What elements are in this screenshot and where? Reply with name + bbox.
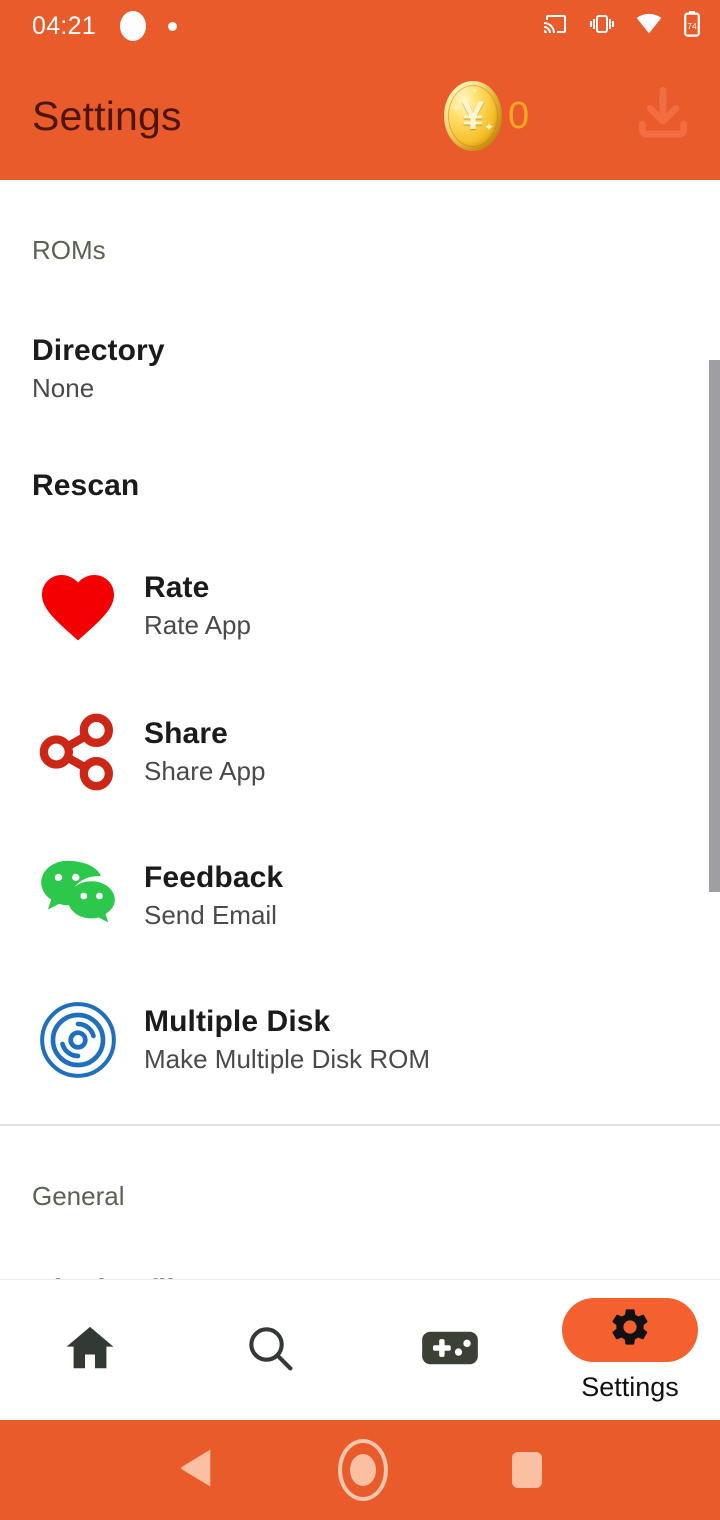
bottom-navigation-bar: Settings — [0, 1280, 720, 1420]
notification-pill-icon — [120, 11, 147, 41]
pref-directory[interactable]: Directory None — [0, 334, 720, 404]
gear-icon — [608, 1305, 652, 1354]
status-bar-notifications — [120, 11, 178, 41]
settings-scroll-area[interactable]: ROMs Directory None Rescan Rate Rate App — [0, 180, 720, 1280]
pref-directory-title: Directory — [32, 334, 165, 367]
pref-rescan-title: Rescan — [32, 469, 140, 502]
coin-icon: ✦ ✦ ¥ ✦ — [444, 81, 502, 151]
nav-item-search[interactable] — [180, 1280, 360, 1420]
back-triangle-icon[interactable] — [178, 1447, 214, 1494]
pref-multiple-disk-subtitle: Make Multiple Disk ROM — [144, 1044, 431, 1074]
pref-rate[interactable]: Rate Rate App — [0, 566, 720, 646]
share-nodes-icon — [38, 712, 118, 792]
coin-star-icon: ✦ — [471, 86, 479, 96]
gamepad-icon — [421, 1326, 479, 1375]
home-icon — [63, 1321, 117, 1380]
pref-feedback-subtitle: Send Email — [144, 900, 277, 930]
app-bar: Settings ✦ ✦ ¥ ✦ 0 — [0, 52, 720, 180]
scrollbar-track[interactable] — [709, 180, 720, 1280]
coin-count: 0 — [508, 94, 530, 137]
page-title: Settings — [32, 92, 182, 139]
cast-icon — [541, 12, 569, 41]
download-icon[interactable] — [632, 83, 694, 150]
nav-item-settings[interactable]: Settings — [540, 1280, 720, 1420]
pref-feedback[interactable]: Feedback Send Email — [0, 856, 720, 936]
pref-multiple-disk-title: Multiple Disk — [144, 1005, 331, 1038]
nav-item-home[interactable] — [0, 1280, 180, 1420]
disc-icon — [38, 1000, 118, 1080]
status-bar-clock: 04:21 — [32, 11, 97, 40]
pref-share[interactable]: Share Share App — [0, 712, 720, 792]
battery-icon: 74 — [682, 10, 702, 42]
vibrate-icon — [588, 12, 616, 41]
pref-rate-subtitle: Rate App — [144, 610, 251, 640]
pref-rescan[interactable]: Rescan — [0, 469, 720, 503]
coin-balance[interactable]: ✦ ✦ ¥ ✦ 0 — [444, 81, 529, 151]
system-navigation-bar — [0, 1420, 720, 1520]
status-bar-system-icons: 74 — [541, 10, 702, 42]
pref-feedback-title: Feedback — [144, 861, 284, 894]
recents-square-icon[interactable] — [512, 1452, 542, 1488]
section-label-general: General — [32, 1181, 125, 1211]
wechat-bubbles-icon — [38, 856, 118, 936]
pref-rate-title: Rate — [144, 571, 210, 604]
coin-star-icon: ✦ — [451, 101, 462, 115]
section-label-roms: ROMs — [32, 235, 106, 265]
section-divider — [0, 1124, 720, 1126]
nav-active-pill — [562, 1297, 698, 1362]
heart-icon — [38, 566, 118, 646]
nav-item-settings-label: Settings — [581, 1371, 679, 1402]
pref-share-title: Share — [144, 717, 228, 750]
nav-item-games[interactable] — [360, 1280, 540, 1420]
battery-level-text: 74 — [687, 21, 697, 31]
home-circle-icon[interactable] — [338, 1439, 388, 1501]
search-icon — [244, 1322, 296, 1379]
pref-multiple-disk[interactable]: Multiple Disk Make Multiple Disk ROM — [0, 1000, 720, 1080]
coin-star-icon: ✦ — [483, 120, 494, 134]
notification-dot-icon — [168, 21, 178, 31]
pref-share-subtitle: Share App — [144, 756, 266, 786]
wifi-icon — [635, 13, 663, 40]
pref-directory-value: None — [32, 373, 95, 403]
coin-currency-symbol: ¥ — [461, 94, 485, 138]
scrollbar-thumb[interactable] — [709, 360, 720, 892]
status-bar: 04:21 74 — [0, 0, 720, 52]
